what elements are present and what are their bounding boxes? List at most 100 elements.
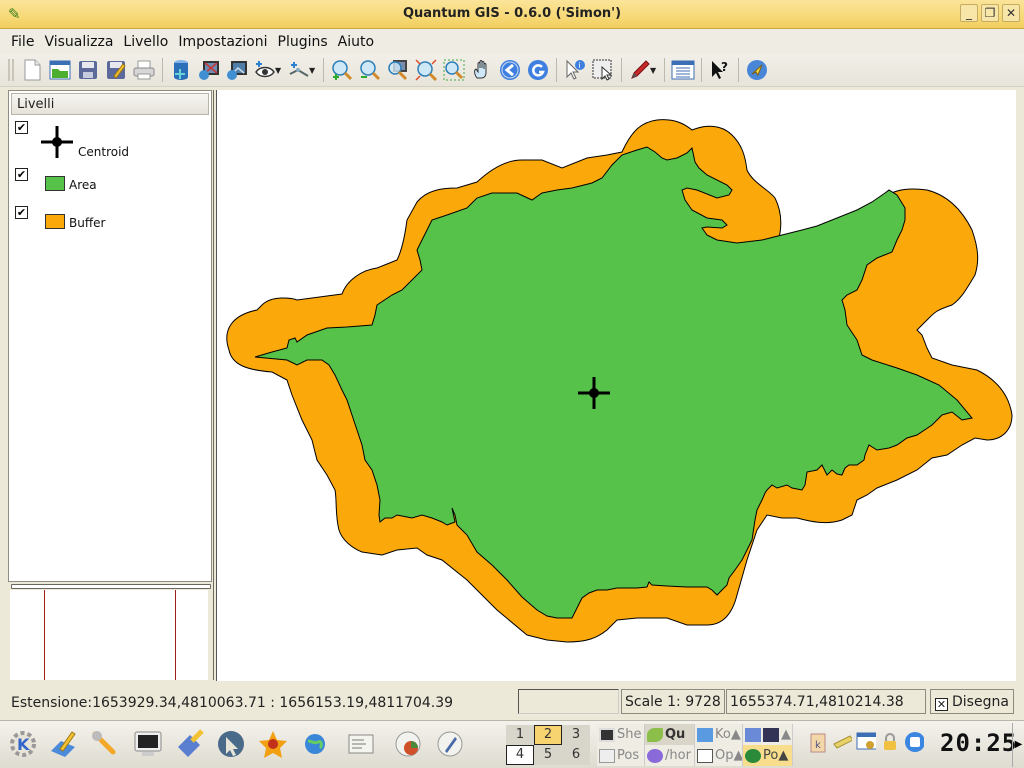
panel-splitter[interactable] [210, 90, 214, 680]
open-project-button[interactable] [46, 56, 74, 84]
zoom-out-button[interactable] [356, 56, 384, 84]
zoom-full-button[interactable] [384, 56, 412, 84]
task-konqueror[interactable]: Ko▲ [695, 724, 743, 745]
zoom-previous-button[interactable] [496, 56, 524, 84]
add-postgis-layer-icon [174, 60, 188, 80]
desktop-5[interactable]: 5 [534, 745, 562, 765]
legend-layer-area[interactable]: ✔ Area [15, 168, 205, 204]
kwrite-icon [51, 731, 76, 757]
clock[interactable]: 20:25 [940, 729, 1017, 757]
task-openoffice[interactable]: Op▲ [695, 745, 743, 766]
klipper-tray[interactable]: k [808, 731, 828, 753]
toolbar-separator [738, 58, 739, 82]
kpilot-tray[interactable] [832, 731, 852, 753]
task-shell[interactable]: She [597, 724, 645, 745]
task-kate[interactable]: ▲ [743, 724, 793, 745]
terminal-icon [599, 727, 615, 742]
add-raster-button[interactable] [195, 56, 223, 84]
desktop-4[interactable]: 4 [506, 745, 534, 765]
desktop-pager: 1 2 3 4 5 6 [506, 725, 590, 765]
task-qgis[interactable]: Qu [645, 724, 695, 745]
attribute-table-button[interactable] [669, 56, 697, 84]
whats-this-button[interactable]: ? [706, 56, 734, 84]
taskbar-expand-arrow-icon[interactable]: ▶ [1012, 723, 1024, 767]
menu-impostazioni[interactable]: Impostazioni [173, 34, 272, 50]
menu-aiuto[interactable]: Aiuto [333, 34, 379, 50]
konqueror-launcher[interactable] [298, 727, 332, 761]
close-button[interactable]: ✕ [1002, 4, 1020, 22]
toolbar-separator [621, 58, 622, 82]
title-bar[interactable]: ✎ Quantum GIS - 0.6.0 ('Simon') _ ❐ ✕ [0, 0, 1024, 29]
desktop-2[interactable]: 2 [534, 725, 562, 745]
overview-splitter[interactable] [11, 584, 211, 589]
legend-layer-centroid[interactable]: ✔ Centroid [15, 121, 205, 159]
stop-tray[interactable] [904, 731, 924, 753]
layer-visibility-checkbox[interactable]: ✔ [15, 121, 28, 134]
new-project-button[interactable] [18, 56, 46, 84]
konqueror-icon [305, 734, 325, 754]
save-project-button[interactable] [74, 56, 102, 84]
terminal-launcher[interactable] [131, 727, 165, 761]
kate-launcher[interactable] [173, 727, 207, 761]
task-kontact[interactable]: Pos [597, 745, 645, 766]
zoom-in-button[interactable] [328, 56, 356, 84]
kword-launcher[interactable] [433, 727, 467, 761]
zoom-box-button[interactable] [440, 56, 468, 84]
menu-visualizza[interactable]: Visualizza [39, 34, 118, 50]
pan-button[interactable] [468, 56, 496, 84]
add-vector-dropdown-icon[interactable]: ▼ [275, 66, 283, 75]
kontact-icon [599, 748, 615, 763]
refresh-button[interactable] [524, 56, 552, 84]
kwrite-launcher[interactable] [46, 727, 80, 761]
legend-header[interactable]: Livelli [11, 93, 209, 115]
print-icon [133, 60, 155, 80]
menu-file[interactable]: File [6, 34, 39, 50]
kopete-launcher[interactable] [214, 727, 248, 761]
overview-map[interactable] [10, 590, 208, 680]
add-wms-button[interactable] [223, 56, 251, 84]
render-checkbox[interactable]: ✕ [935, 698, 948, 711]
kde-taskbar: K 1 2 3 4 5 6 She Qu Ko▲ ▲ Pos /hor Op▲ … [0, 720, 1024, 768]
kde-menu-button[interactable]: K [6, 727, 40, 761]
menu-livello[interactable]: Livello [118, 34, 173, 50]
desktop-6[interactable]: 6 [562, 745, 590, 765]
gps-plugin-button[interactable] [743, 56, 771, 84]
restore-button[interactable]: ❐ [981, 4, 999, 22]
select-features-button[interactable] [589, 56, 617, 84]
korganizer-tray[interactable] [856, 731, 876, 753]
print-button[interactable] [130, 56, 158, 84]
layer-visibility-checkbox[interactable]: ✔ [15, 168, 28, 181]
document-icon [697, 748, 713, 763]
desktop-3[interactable]: 3 [562, 725, 590, 745]
task-label: Pos [617, 748, 640, 763]
map-canvas[interactable] [216, 90, 1016, 681]
desktop-1[interactable]: 1 [506, 725, 534, 745]
task-home[interactable]: /hor [645, 745, 695, 766]
attribute-table-icon [671, 60, 695, 80]
task-postgis[interactable]: Po▲ [743, 745, 793, 766]
layer-visibility-checkbox[interactable]: ✔ [15, 206, 28, 219]
lock-tray[interactable] [880, 731, 900, 753]
toolbar-grip[interactable] [8, 59, 14, 81]
minimize-button[interactable]: _ [960, 4, 978, 22]
legend-layer-buffer[interactable]: ✔ Buffer [15, 206, 205, 242]
capture-dropdown-icon[interactable]: ▼ [650, 66, 658, 75]
toolbar-separator [556, 58, 557, 82]
add-postgis-layer-button[interactable] [167, 56, 195, 84]
map-extent: Estensione:1653929.34,4810063.71 : 16561… [11, 695, 453, 711]
menu-plugins[interactable]: Plugins [273, 34, 333, 50]
legend-panel: Livelli ✔ Centroid ✔ Area ✔ Buffer [8, 90, 212, 582]
identify-button[interactable]: i [561, 56, 589, 84]
zoom-selection-button[interactable] [412, 56, 440, 84]
kchart-launcher[interactable] [391, 727, 425, 761]
save-as-button[interactable] [102, 56, 130, 84]
render-toggle[interactable]: ✕ Disegna [930, 689, 1014, 714]
refresh-icon [528, 60, 548, 80]
kontact-launcher[interactable] [344, 727, 378, 761]
add-raster-icon [199, 61, 219, 80]
control-center-launcher[interactable] [88, 727, 122, 761]
render-label: Disegna [952, 694, 1009, 710]
firefox-launcher[interactable] [256, 727, 290, 761]
add-vector-edit-dropdown-icon[interactable]: ▼ [309, 66, 317, 75]
overview-extent-right [175, 590, 176, 680]
